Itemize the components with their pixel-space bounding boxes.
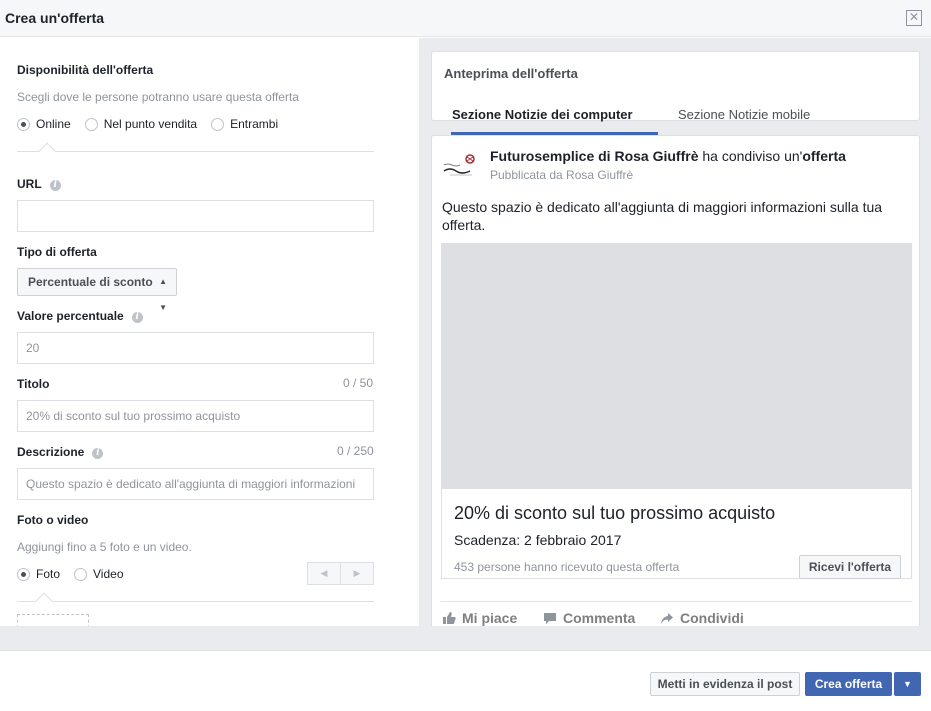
radio-both[interactable]: Entrambi	[211, 117, 278, 131]
tab-desktop-feed[interactable]: Sezione Notizie dei computer	[452, 107, 633, 122]
footer-spacer	[0, 626, 931, 650]
availability-label: Disponibilità dell'offerta	[17, 63, 154, 77]
comment-button[interactable]: Commenta	[543, 610, 635, 626]
get-offer-button[interactable]: Ricevi l'offerta	[799, 555, 901, 579]
url-label: URL i	[17, 177, 61, 191]
title-input[interactable]: 20% di sconto sul tuo prossimo acquisto	[17, 400, 374, 432]
offer-expiry: Scadenza: 2 febbraio 2017	[454, 532, 622, 548]
post-author-line: Futurosemplice di Rosa Giuffrè ha condiv…	[490, 148, 846, 164]
offer-form: Disponibilità dell'offerta Scegli dove l…	[0, 38, 419, 626]
section-divider	[17, 601, 374, 602]
offer-type-label: Tipo di offerta	[17, 245, 97, 259]
preview-panel: Anteprima dell'offerta Sezione Notizie d…	[419, 38, 931, 650]
next-icon[interactable]: ▶	[341, 563, 373, 584]
percent-value-label: Valore percentuale i	[17, 309, 143, 323]
radio-in-store[interactable]: Nel punto vendita	[84, 117, 197, 131]
radio-dot	[17, 117, 30, 131]
page-name-link[interactable]: Futurosemplice di Rosa Giuffrè	[490, 148, 698, 164]
post-body: Questo spazio è dedicato all'aggiunta di…	[442, 199, 883, 233]
share-button[interactable]: Condividi	[660, 610, 744, 626]
radio-dot	[84, 117, 98, 131]
radio-dot	[211, 117, 225, 131]
media-pager: ◀ ▶	[307, 562, 374, 585]
availability-radio-group: Online Nel punto vendita Entrambi	[17, 117, 292, 131]
prev-icon[interactable]: ◀	[308, 563, 341, 584]
boost-post-button[interactable]: Metti in evidenza il post	[650, 672, 800, 696]
media-radio-group: Foto Video	[17, 567, 138, 581]
preview-header-card: Anteprima dell'offerta Sezione Notizie d…	[431, 51, 920, 135]
percent-value-input[interactable]: 20	[17, 332, 374, 364]
create-offer-button[interactable]: Crea offerta	[805, 672, 892, 696]
actions-divider	[441, 601, 912, 602]
description-label: Descrizione i	[17, 445, 104, 459]
tab-mobile-feed[interactable]: Sezione Notizie mobile	[678, 107, 810, 122]
dialog-title: Crea un'offerta	[5, 10, 105, 26]
description-input[interactable]: Questo spazio è dedicato all'aggiunta di…	[17, 468, 374, 500]
info-icon[interactable]: i	[92, 448, 104, 459]
offer-stats: 453 persone hanno ricevuto questa offert…	[454, 560, 680, 574]
availability-hint: Scegli dove le persone potranno usare qu…	[17, 90, 299, 104]
share-icon	[661, 613, 673, 624]
section-divider	[17, 151, 374, 152]
info-icon[interactable]: i	[131, 312, 143, 323]
published-by: Pubblicata da Rosa Giuffrè	[490, 168, 634, 182]
like-button[interactable]: Mi piace	[442, 610, 517, 626]
description-counter: 0 / 250	[337, 444, 374, 458]
url-input[interactable]	[17, 200, 374, 232]
title-label: Titolo	[17, 377, 50, 391]
preview-title: Anteprima dell'offerta	[444, 66, 578, 81]
offer-title: 20% di sconto sul tuo prossimo acquisto	[454, 503, 776, 523]
close-icon[interactable]: ✕	[906, 10, 922, 26]
media-label: Foto o video	[17, 513, 89, 527]
media-upload-box[interactable]	[17, 614, 89, 626]
dialog-header: Crea un'offerta ✕	[0, 0, 931, 37]
media-hint: Aggiungi fino a 5 foto e un video.	[17, 540, 192, 554]
select-arrows-icon: ▲ ▼	[159, 277, 167, 312]
comment-icon	[544, 613, 556, 624]
info-icon[interactable]: i	[49, 180, 61, 191]
divider-notch	[38, 142, 56, 160]
chevron-down-icon[interactable]: ▼	[894, 672, 921, 696]
title-counter: 0 / 50	[343, 376, 374, 390]
radio-dot	[74, 567, 88, 581]
page-logo	[443, 154, 475, 176]
offer-attachment[interactable]: 20% di sconto sul tuo prossimo acquisto …	[441, 243, 912, 579]
radio-photo[interactable]: Foto	[17, 567, 60, 581]
divider-notch	[35, 592, 53, 610]
radio-video[interactable]: Video	[74, 567, 124, 581]
dialog-footer: Metti in evidenza il post Crea offerta ▼	[0, 650, 931, 711]
thumbs-up-icon	[443, 612, 456, 624]
post-preview-card: Futurosemplice di Rosa Giuffrè ha condiv…	[431, 135, 920, 638]
offer-image-placeholder	[442, 244, 911, 489]
offer-type-select[interactable]: Percentuale di sconto ▲ ▼	[17, 268, 177, 312]
radio-dot	[17, 567, 30, 581]
radio-online[interactable]: Online	[17, 117, 71, 131]
